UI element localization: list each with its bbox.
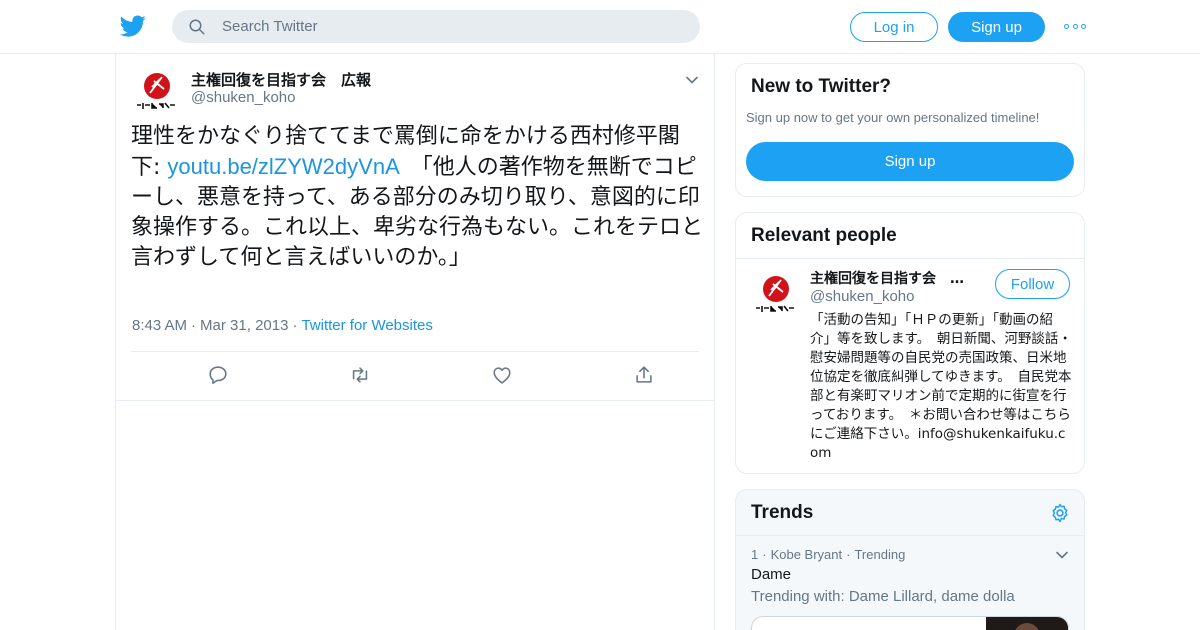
chevron-down-icon[interactable] bbox=[1054, 547, 1070, 563]
divider bbox=[736, 258, 1084, 259]
tweet-link[interactable]: youtu.be/zlZYW2dyVnA bbox=[167, 154, 399, 179]
reply-icon[interactable] bbox=[207, 364, 229, 386]
trend-status: Trending bbox=[854, 547, 906, 562]
trend-name[interactable]: Dame bbox=[751, 566, 791, 583]
search-input[interactable] bbox=[222, 10, 682, 43]
trend-related: Trending with: Dame Lillard, dame dolla bbox=[751, 588, 1015, 605]
more-dots-icon[interactable] bbox=[1064, 20, 1086, 32]
signup-button[interactable]: Sign up bbox=[948, 12, 1045, 42]
card-title: Trends bbox=[751, 502, 814, 523]
person-handle[interactable]: @shuken_koho bbox=[810, 288, 914, 305]
sidebar-signup-button[interactable]: Sign up bbox=[746, 142, 1074, 181]
tweet-date[interactable]: Mar 31, 2013 bbox=[200, 317, 288, 334]
avatar-logo-icon bbox=[751, 270, 799, 318]
card-subtitle: Sign up now to get your own personalized… bbox=[746, 110, 1040, 125]
like-icon[interactable] bbox=[491, 364, 513, 386]
meta-separator: · bbox=[846, 547, 851, 562]
avatar[interactable] bbox=[751, 270, 799, 318]
new-to-twitter-card: New to Twitter? Sign up now to get your … bbox=[735, 63, 1085, 197]
more-dot bbox=[1081, 23, 1086, 29]
person-bio: 「活動の告知」「ＨＰの更新」「動画の紹介」等を致します。 朝日新聞、河野談話・慰… bbox=[810, 312, 1072, 461]
divider bbox=[131, 351, 699, 352]
tweet-time[interactable]: 8:43 AM bbox=[132, 317, 187, 334]
tweet: 主権回復を目指す会 広報 @shuken_koho 理性をかなぐり捨ててまで罵倒… bbox=[116, 54, 714, 401]
avatar[interactable] bbox=[132, 67, 180, 115]
tweet-meta: 8:43 AM · Mar 31, 2013 · Twitter for Website… bbox=[132, 317, 433, 334]
meta-separator: · bbox=[292, 317, 298, 334]
top-navigation-bar: Log in Sign up bbox=[0, 0, 1200, 54]
author-handle[interactable]: @shuken_koho bbox=[191, 89, 295, 106]
tweet-source[interactable]: Twitter for Websites bbox=[301, 317, 432, 334]
author-name[interactable]: 主権回復を目指す会 広報 bbox=[191, 69, 371, 90]
more-dot bbox=[1064, 23, 1069, 29]
gear-icon[interactable] bbox=[1049, 502, 1071, 524]
tweet-text: 理性をかなぐり捨ててまで罵倒に命をかける西村修平閣下: youtu.be/zlZ… bbox=[131, 122, 703, 273]
main-column: 主権回復を目指す会 広報 @shuken_koho 理性をかなぐり捨ててまで罵倒… bbox=[115, 54, 715, 630]
retweet-icon[interactable] bbox=[349, 364, 371, 386]
card-title: New to Twitter? bbox=[751, 76, 892, 97]
twitter-bird-icon[interactable] bbox=[120, 13, 146, 39]
search-icon bbox=[189, 19, 205, 35]
card-title: Relevant people bbox=[751, 225, 897, 246]
meta-separator: · bbox=[762, 547, 767, 562]
trend-meta: 1 · Kobe Bryant · Trending bbox=[751, 547, 905, 562]
person-name[interactable]: 主権回復を目指す会 … bbox=[810, 268, 980, 288]
search-bar[interactable] bbox=[172, 10, 700, 43]
more-dot bbox=[1072, 23, 1078, 29]
meta-separator: · bbox=[191, 317, 197, 334]
follow-button[interactable]: Follow bbox=[995, 269, 1070, 299]
share-icon[interactable] bbox=[633, 364, 655, 386]
chevron-down-icon[interactable] bbox=[684, 72, 700, 88]
avatar-logo-icon bbox=[132, 67, 180, 115]
trends-card: Trends 1 · Kobe Bryant · Trending Dame Trend… bbox=[735, 489, 1085, 630]
trend-context: Kobe Bryant bbox=[770, 547, 843, 562]
trend-rank: 1 bbox=[751, 547, 759, 562]
trend-preview-card[interactable] bbox=[751, 616, 1069, 630]
divider bbox=[736, 535, 1084, 536]
trend-thumbnail bbox=[986, 617, 1068, 630]
login-button[interactable]: Log in bbox=[850, 12, 938, 42]
tweet-actions bbox=[131, 364, 699, 388]
relevant-people-card: Relevant people 主権回復を目指す会 … @shuken_koho… bbox=[735, 212, 1085, 474]
